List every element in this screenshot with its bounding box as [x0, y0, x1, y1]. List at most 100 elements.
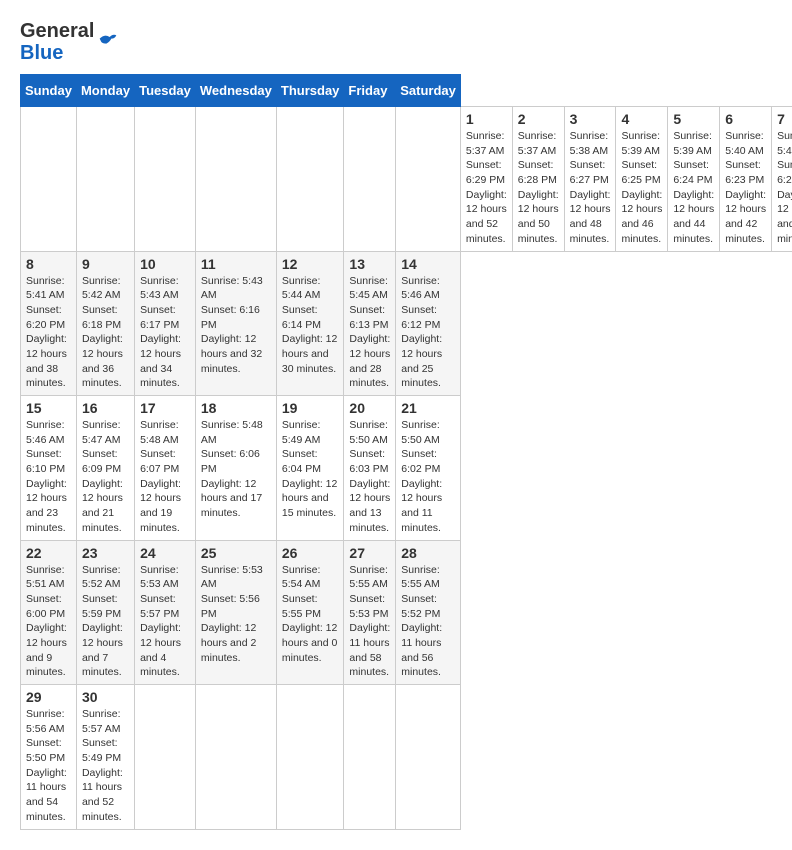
logo: General Blue	[20, 20, 118, 64]
calendar-cell	[344, 107, 396, 252]
calendar-cell: 10 Sunrise: 5:43 AMSunset: 6:17 PMDaylig…	[135, 251, 196, 396]
day-info: Sunrise: 5:37 AMSunset: 6:29 PMDaylight:…	[466, 129, 507, 247]
weekday-header: Tuesday	[135, 75, 196, 107]
calendar-cell	[135, 107, 196, 252]
calendar-cell: 3 Sunrise: 5:38 AMSunset: 6:27 PMDayligh…	[564, 107, 616, 252]
day-number: 23	[82, 545, 129, 561]
day-number: 6	[725, 111, 766, 127]
day-number: 11	[201, 256, 271, 272]
day-number: 15	[26, 400, 71, 416]
logo-general: General	[20, 20, 94, 42]
calendar-cell: 11 Sunrise: 5:43 AMSunset: 6:16 PMDaylig…	[195, 251, 276, 396]
day-info: Sunrise: 5:41 AMSunset: 6:21 PMDaylight:…	[777, 129, 792, 247]
calendar-cell: 12 Sunrise: 5:44 AMSunset: 6:14 PMDaylig…	[276, 251, 344, 396]
day-info: Sunrise: 5:56 AMSunset: 5:50 PMDaylight:…	[26, 707, 71, 825]
calendar-cell: 27 Sunrise: 5:55 AMSunset: 5:53 PMDaylig…	[344, 540, 396, 685]
calendar-cell: 19 Sunrise: 5:49 AMSunset: 6:04 PMDaylig…	[276, 396, 344, 541]
day-number: 7	[777, 111, 792, 127]
calendar-cell: 17 Sunrise: 5:48 AMSunset: 6:07 PMDaylig…	[135, 396, 196, 541]
logo-text: General Blue	[20, 20, 94, 64]
calendar-cell: 14 Sunrise: 5:46 AMSunset: 6:12 PMDaylig…	[396, 251, 461, 396]
calendar-cell: 4 Sunrise: 5:39 AMSunset: 6:25 PMDayligh…	[616, 107, 668, 252]
day-number: 10	[140, 256, 190, 272]
calendar-cell: 8 Sunrise: 5:41 AMSunset: 6:20 PMDayligh…	[21, 251, 77, 396]
calendar-cell	[21, 107, 77, 252]
weekday-header: Monday	[76, 75, 134, 107]
calendar-cell: 24 Sunrise: 5:53 AMSunset: 5:57 PMDaylig…	[135, 540, 196, 685]
calendar-cell: 22 Sunrise: 5:51 AMSunset: 6:00 PMDaylig…	[21, 540, 77, 685]
day-number: 8	[26, 256, 71, 272]
calendar-cell	[195, 685, 276, 830]
day-info: Sunrise: 5:39 AMSunset: 6:24 PMDaylight:…	[673, 129, 714, 247]
day-number: 9	[82, 256, 129, 272]
calendar-cell	[396, 107, 461, 252]
day-info: Sunrise: 5:48 AMSunset: 6:06 PMDaylight:…	[201, 418, 271, 521]
day-number: 27	[349, 545, 390, 561]
calendar-cell	[135, 685, 196, 830]
calendar-cell: 6 Sunrise: 5:40 AMSunset: 6:23 PMDayligh…	[720, 107, 772, 252]
calendar-cell: 18 Sunrise: 5:48 AMSunset: 6:06 PMDaylig…	[195, 396, 276, 541]
day-info: Sunrise: 5:47 AMSunset: 6:09 PMDaylight:…	[82, 418, 129, 536]
calendar-cell: 5 Sunrise: 5:39 AMSunset: 6:24 PMDayligh…	[668, 107, 720, 252]
day-info: Sunrise: 5:54 AMSunset: 5:55 PMDaylight:…	[282, 563, 339, 666]
calendar-cell: 30 Sunrise: 5:57 AMSunset: 5:49 PMDaylig…	[76, 685, 134, 830]
day-number: 14	[401, 256, 455, 272]
day-info: Sunrise: 5:40 AMSunset: 6:23 PMDaylight:…	[725, 129, 766, 247]
calendar-cell: 1 Sunrise: 5:37 AMSunset: 6:29 PMDayligh…	[460, 107, 512, 252]
calendar-cell: 16 Sunrise: 5:47 AMSunset: 6:09 PMDaylig…	[76, 396, 134, 541]
day-number: 26	[282, 545, 339, 561]
day-info: Sunrise: 5:50 AMSunset: 6:02 PMDaylight:…	[401, 418, 455, 536]
day-info: Sunrise: 5:37 AMSunset: 6:28 PMDaylight:…	[518, 129, 559, 247]
day-number: 24	[140, 545, 190, 561]
calendar-cell: 26 Sunrise: 5:54 AMSunset: 5:55 PMDaylig…	[276, 540, 344, 685]
calendar-cell: 21 Sunrise: 5:50 AMSunset: 6:02 PMDaylig…	[396, 396, 461, 541]
calendar-cell: 2 Sunrise: 5:37 AMSunset: 6:28 PMDayligh…	[512, 107, 564, 252]
day-info: Sunrise: 5:39 AMSunset: 6:25 PMDaylight:…	[621, 129, 662, 247]
day-number: 18	[201, 400, 271, 416]
weekday-header: Friday	[344, 75, 396, 107]
day-number: 19	[282, 400, 339, 416]
day-info: Sunrise: 5:45 AMSunset: 6:13 PMDaylight:…	[349, 274, 390, 392]
day-number: 2	[518, 111, 559, 127]
calendar-cell: 13 Sunrise: 5:45 AMSunset: 6:13 PMDaylig…	[344, 251, 396, 396]
calendar-cell	[344, 685, 396, 830]
calendar-cell	[276, 107, 344, 252]
calendar-cell	[195, 107, 276, 252]
day-info: Sunrise: 5:50 AMSunset: 6:03 PMDaylight:…	[349, 418, 390, 536]
day-number: 29	[26, 689, 71, 705]
day-info: Sunrise: 5:55 AMSunset: 5:52 PMDaylight:…	[401, 563, 455, 681]
calendar-cell: 15 Sunrise: 5:46 AMSunset: 6:10 PMDaylig…	[21, 396, 77, 541]
day-info: Sunrise: 5:38 AMSunset: 6:27 PMDaylight:…	[570, 129, 611, 247]
day-info: Sunrise: 5:44 AMSunset: 6:14 PMDaylight:…	[282, 274, 339, 377]
logo-bird-icon	[98, 32, 118, 52]
day-number: 25	[201, 545, 271, 561]
day-info: Sunrise: 5:43 AMSunset: 6:16 PMDaylight:…	[201, 274, 271, 377]
logo-blue: Blue	[20, 42, 94, 64]
day-info: Sunrise: 5:43 AMSunset: 6:17 PMDaylight:…	[140, 274, 190, 392]
day-number: 30	[82, 689, 129, 705]
calendar-cell	[76, 107, 134, 252]
day-number: 16	[82, 400, 129, 416]
calendar-cell: 7 Sunrise: 5:41 AMSunset: 6:21 PMDayligh…	[772, 107, 792, 252]
calendar-cell: 9 Sunrise: 5:42 AMSunset: 6:18 PMDayligh…	[76, 251, 134, 396]
day-info: Sunrise: 5:53 AMSunset: 5:56 PMDaylight:…	[201, 563, 271, 666]
weekday-header: Wednesday	[195, 75, 276, 107]
day-info: Sunrise: 5:51 AMSunset: 6:00 PMDaylight:…	[26, 563, 71, 681]
calendar-cell	[396, 685, 461, 830]
day-info: Sunrise: 5:46 AMSunset: 6:10 PMDaylight:…	[26, 418, 71, 536]
calendar-cell	[276, 685, 344, 830]
day-number: 12	[282, 256, 339, 272]
calendar-cell: 29 Sunrise: 5:56 AMSunset: 5:50 PMDaylig…	[21, 685, 77, 830]
day-number: 3	[570, 111, 611, 127]
weekday-header: Saturday	[396, 75, 461, 107]
day-number: 20	[349, 400, 390, 416]
calendar-cell: 28 Sunrise: 5:55 AMSunset: 5:52 PMDaylig…	[396, 540, 461, 685]
calendar-cell: 25 Sunrise: 5:53 AMSunset: 5:56 PMDaylig…	[195, 540, 276, 685]
weekday-header: Thursday	[276, 75, 344, 107]
day-info: Sunrise: 5:41 AMSunset: 6:20 PMDaylight:…	[26, 274, 71, 392]
day-info: Sunrise: 5:48 AMSunset: 6:07 PMDaylight:…	[140, 418, 190, 536]
day-number: 1	[466, 111, 507, 127]
day-number: 13	[349, 256, 390, 272]
day-info: Sunrise: 5:57 AMSunset: 5:49 PMDaylight:…	[82, 707, 129, 825]
day-number: 5	[673, 111, 714, 127]
